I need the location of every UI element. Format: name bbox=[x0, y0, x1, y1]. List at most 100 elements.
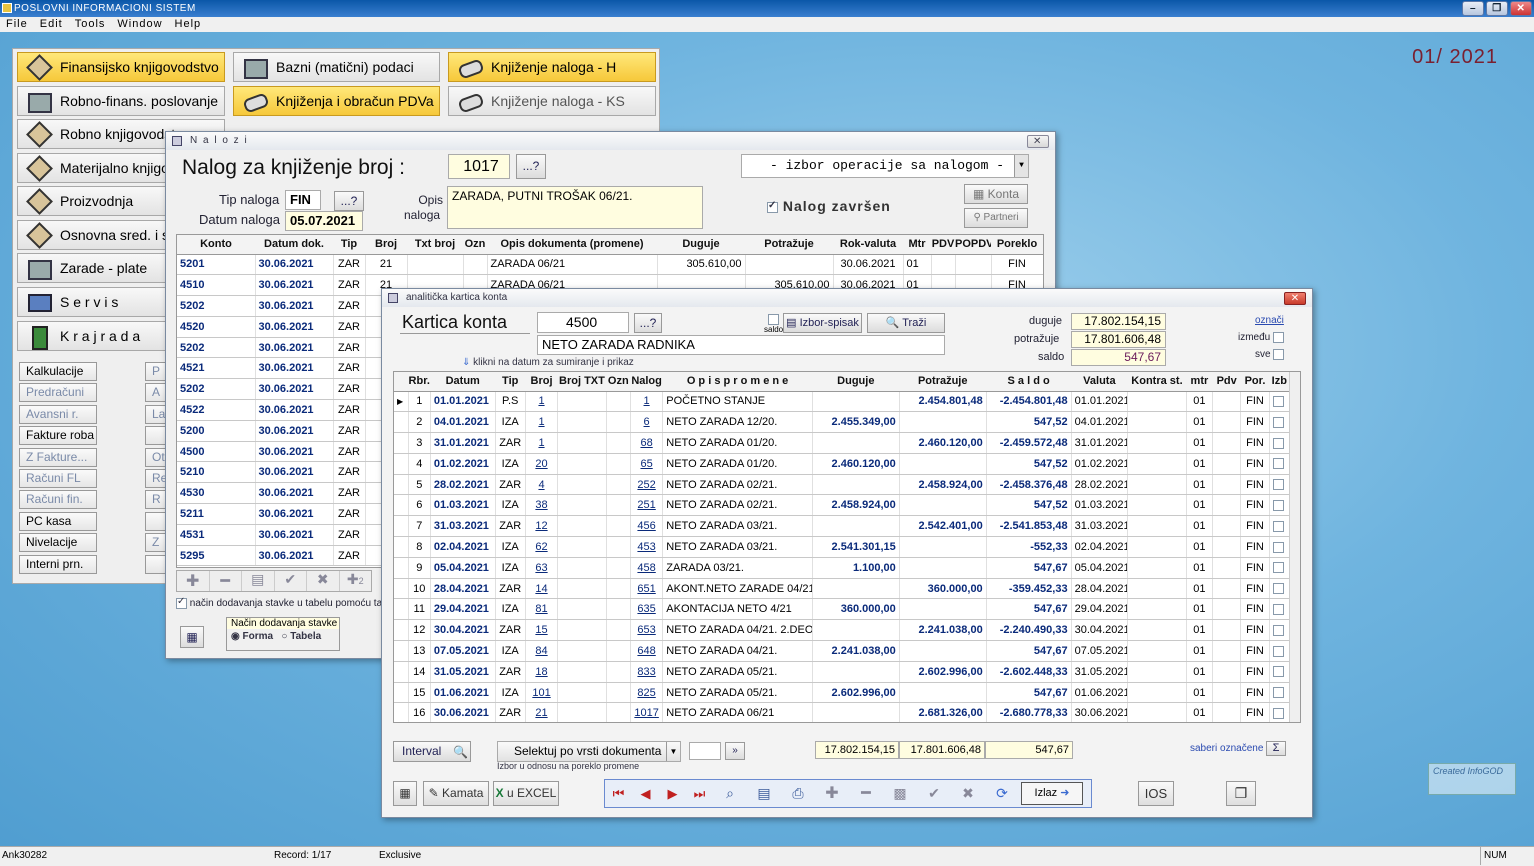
kartica-cell-datum[interactable]: 31.03.2021 bbox=[430, 515, 496, 538]
kartica-cell-nalog[interactable]: 251 bbox=[630, 494, 664, 517]
table-row[interactable]: 10 28.04.2021 ZAR 14 651 AKONT.NETO ZARADE 04… bbox=[394, 578, 1291, 600]
small-button-3[interactable]: Fakture roba bbox=[19, 426, 97, 446]
nalozi-col-header[interactable]: Datum dok. bbox=[255, 235, 333, 255]
kartica-cell-nalog[interactable]: 653 bbox=[630, 619, 664, 642]
forma-radio[interactable]: ◉ Forma bbox=[231, 631, 273, 642]
kartica-cell-broj[interactable]: 14 bbox=[525, 578, 559, 600]
small-button-9[interactable]: Interni prn. bbox=[19, 554, 97, 574]
kartica-col-header[interactable]: Datum bbox=[430, 372, 496, 392]
add-hint[interactable]: način dodavanja stavke u tabelu pomoću t… bbox=[176, 596, 382, 609]
kartica-col-header[interactable]: Broj bbox=[525, 372, 558, 392]
kartica-cell-nalog[interactable]: 833 bbox=[630, 661, 664, 683]
kartica-grid[interactable]: Rbr. Datum Tip Broj Broj TXT Ozn Nalog O p i s … bbox=[393, 371, 1301, 723]
nalozi-col-header[interactable]: Opis dokumenta (promene) bbox=[487, 235, 657, 255]
cancel-icon[interactable]: ✖ bbox=[951, 780, 985, 807]
calculator-icon[interactable]: ▦ bbox=[393, 781, 417, 806]
nalozi-col-header[interactable]: Poreklo bbox=[991, 235, 1043, 255]
kartica-col-header[interactable]: Rbr. bbox=[408, 372, 431, 392]
kartica-cell-broj[interactable]: 101 bbox=[525, 682, 559, 704]
kartica-cell-datum[interactable]: 01.01.2021 bbox=[430, 391, 496, 413]
kartica-close-button[interactable]: ✕ bbox=[1284, 292, 1306, 305]
datum-naloga-field[interactable]: 05.07.2021 bbox=[285, 211, 363, 231]
add-hint-checkbox[interactable] bbox=[176, 596, 187, 609]
small-button-1[interactable]: Predračuni bbox=[19, 383, 97, 403]
nalog-zavrsen[interactable]: Nalog završen bbox=[767, 198, 891, 214]
kartica-col-header[interactable]: Kontra st. bbox=[1127, 372, 1187, 392]
nalog-zavrsen-checkbox[interactable] bbox=[767, 200, 778, 213]
kartica-cell-nalog[interactable]: 1 bbox=[630, 391, 664, 413]
small-button-b-8[interactable]: Z bbox=[145, 533, 167, 553]
row-select-checkbox[interactable] bbox=[1272, 541, 1284, 553]
sigma-icon[interactable]: Σ bbox=[1266, 741, 1286, 756]
last-record-icon[interactable]: ⏭ bbox=[686, 780, 713, 807]
kartica-cell-datum[interactable]: 31.05.2021 bbox=[430, 661, 496, 683]
kartica-cell-nalog[interactable]: 65 bbox=[630, 453, 664, 475]
table-row[interactable]: ▶ 1 01.01.2021 P.S 1 1 POČETNO STANJE 2.454.801… bbox=[394, 391, 1291, 413]
small-button-7[interactable]: PC kasa bbox=[19, 511, 97, 531]
form-icon[interactable]: ▤ bbox=[747, 780, 781, 807]
izmedu-checkbox[interactable] bbox=[1273, 332, 1285, 343]
nalozi-close-button[interactable]: ✕ bbox=[1027, 135, 1049, 148]
konta-button[interactable]: ▦ Konta bbox=[964, 184, 1028, 204]
kartica-cell-datum[interactable]: 30.06.2021 bbox=[430, 702, 496, 722]
button-knjizenje-naloga-h[interactable]: Knjiženje naloga - H bbox=[448, 52, 656, 82]
row-select-checkbox[interactable] bbox=[1272, 666, 1284, 678]
kartica-cell-izb[interactable] bbox=[1269, 515, 1291, 538]
kartica-col-header[interactable]: Por. bbox=[1240, 372, 1270, 392]
nalozi-col-header[interactable]: Broj bbox=[365, 235, 407, 255]
kartica-col-header[interactable]: Valuta bbox=[1071, 372, 1128, 392]
go-button[interactable]: » bbox=[725, 742, 745, 760]
row-select-checkbox[interactable] bbox=[1272, 583, 1284, 595]
kartica-cell-izb[interactable] bbox=[1269, 702, 1291, 722]
kartica-cell-datum[interactable]: 02.04.2021 bbox=[430, 536, 496, 558]
nalozi-col-header[interactable]: Mtr bbox=[903, 235, 931, 255]
kartica-cell-nalog[interactable]: 252 bbox=[630, 474, 664, 496]
tabela-radio[interactable]: ○ Tabela bbox=[281, 631, 321, 642]
ios-button[interactable]: IOS bbox=[1138, 781, 1174, 806]
first-record-icon[interactable]: ⏮ bbox=[605, 780, 632, 807]
kartica-cell-datum[interactable]: 04.01.2021 bbox=[430, 411, 496, 434]
remove-icon[interactable]: ━ bbox=[849, 780, 883, 807]
print-icon[interactable]: ⎙ bbox=[781, 780, 815, 807]
close-button[interactable]: ✕ bbox=[1510, 1, 1532, 16]
izlaz-button[interactable]: Izlaz ➜ bbox=[1021, 782, 1083, 805]
menu-file[interactable]: File bbox=[6, 17, 28, 32]
plus-icon[interactable]: ✚ bbox=[177, 571, 210, 591]
kartica-col-header[interactable]: O p i s p r o m e n e bbox=[662, 372, 813, 392]
kartica-cell-broj[interactable]: 18 bbox=[525, 661, 559, 683]
kartica-cell-izb[interactable] bbox=[1269, 578, 1291, 600]
kartica-cell-nalog[interactable]: 456 bbox=[630, 515, 664, 538]
row-select-checkbox[interactable] bbox=[1272, 458, 1284, 470]
row-select-checkbox[interactable] bbox=[1272, 395, 1284, 407]
find-icon[interactable]: ⌕ bbox=[713, 780, 747, 807]
nalozi-col-header[interactable]: Rok-valuta bbox=[833, 235, 903, 255]
table-row[interactable]: 16 30.06.2021 ZAR 21 1017 NETO ZARADA 06/21 2.… bbox=[394, 702, 1291, 722]
sve-option[interactable]: sve bbox=[1255, 349, 1285, 360]
kartica-cell-datum[interactable]: 05.04.2021 bbox=[430, 557, 496, 579]
small-button-b-1[interactable]: A bbox=[145, 383, 167, 403]
kartica-cell-nalog[interactable]: 1017 bbox=[630, 702, 664, 722]
row-select-checkbox[interactable] bbox=[1272, 416, 1284, 428]
kartica-cell-datum[interactable]: 01.06.2021 bbox=[430, 682, 496, 704]
partneri-button[interactable]: ⚲ Partneri bbox=[964, 208, 1028, 228]
kartica-cell-izb[interactable] bbox=[1269, 640, 1291, 662]
operation-select[interactable]: - izbor operacije sa nalogom - ▼ bbox=[741, 154, 1029, 178]
button-bazni-podaci[interactable]: Bazni (matični) podaci bbox=[233, 52, 440, 82]
table-row[interactable]: 14 31.05.2021 ZAR 18 833 NETO ZARADA 05/21. 2.… bbox=[394, 661, 1291, 683]
small-button-6[interactable]: Računi fin. bbox=[19, 490, 97, 510]
kartica-col-header[interactable]: S a l d o bbox=[986, 372, 1072, 392]
izmedu-option[interactable]: između bbox=[1238, 332, 1285, 343]
kartica-cell-broj[interactable]: 1 bbox=[525, 432, 559, 454]
kartica-cell-nalog[interactable]: 825 bbox=[630, 682, 664, 704]
small-button-8[interactable]: Nivelacije bbox=[19, 533, 97, 553]
table-row[interactable]: 8 02.04.2021 IZA 62 453 NETO ZARADA 03/21. 2.5… bbox=[394, 536, 1291, 558]
button-knjizenja-pdv[interactable]: Knjiženja i obračun PDVa bbox=[233, 86, 440, 116]
row-select-checkbox[interactable] bbox=[1272, 687, 1284, 699]
confirm-icon[interactable]: ✔ bbox=[917, 780, 951, 807]
nalozi-col-header[interactable]: Tip bbox=[333, 235, 365, 255]
kartica-cell-izb[interactable] bbox=[1269, 453, 1291, 475]
row-select-checkbox[interactable] bbox=[1272, 520, 1284, 532]
small-button-b-2[interactable]: La bbox=[145, 404, 167, 424]
table-row[interactable]: 4 01.02.2021 IZA 20 65 NETO ZARADA 01/20. 2.46… bbox=[394, 453, 1291, 475]
kartica-col-header[interactable]: mtr bbox=[1186, 372, 1213, 392]
